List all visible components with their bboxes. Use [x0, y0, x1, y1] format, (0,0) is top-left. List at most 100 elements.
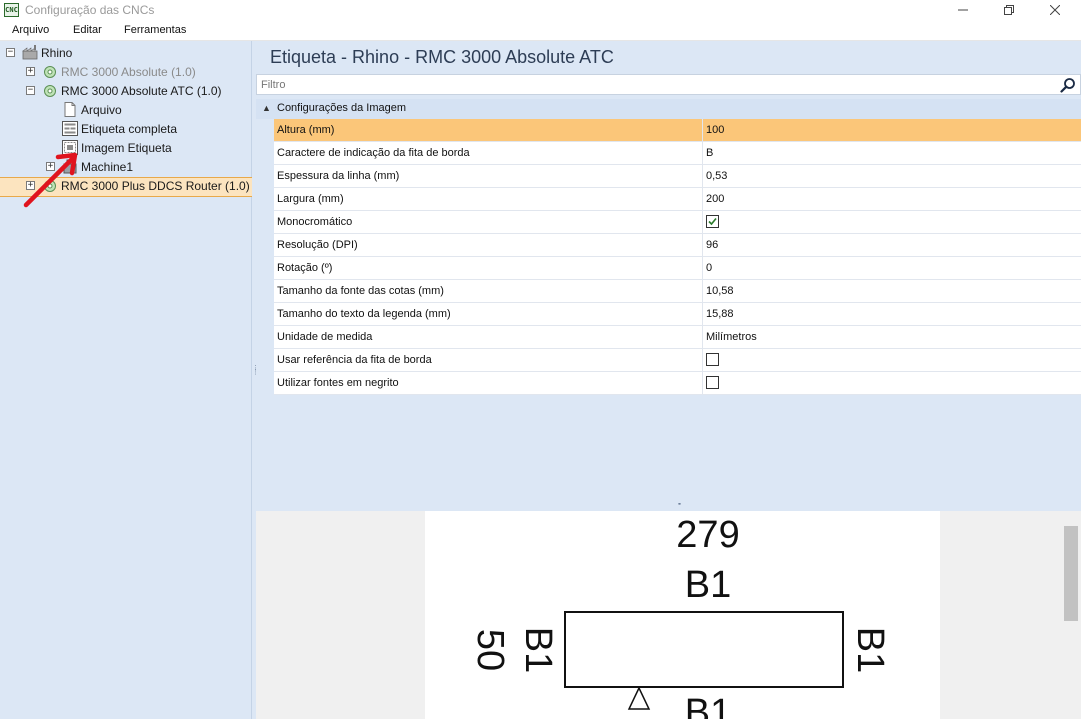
restore-icon: [1004, 5, 1014, 15]
label-sheet-icon: [62, 121, 78, 136]
column-separator: [702, 165, 703, 188]
property-value[interactable]: B: [706, 147, 713, 159]
properties-panel: Etiqueta - Rhino - RMC 3000 Absolute ATC…: [256, 41, 1081, 507]
column-separator: [702, 303, 703, 326]
factory-icon: [22, 45, 38, 60]
property-row[interactable]: Altura (mm) 100: [274, 119, 1081, 142]
property-name: Tamanho do texto da legenda (mm): [277, 308, 451, 320]
top-dimension-label: 279: [676, 514, 739, 556]
property-value[interactable]: 200: [706, 193, 724, 205]
orientation-marker-icon: [627, 686, 651, 710]
tree-label: RMC 3000 Absolute ATC (1.0): [61, 84, 222, 98]
section-title: Configurações da Imagem: [277, 102, 407, 114]
left-dimension-label: 50: [469, 629, 511, 671]
menu-editar[interactable]: Editar: [73, 24, 102, 36]
checkmark-icon: [708, 217, 717, 226]
tree-label-rhino: Rhino: [41, 46, 73, 60]
close-icon: [1050, 5, 1060, 15]
column-separator: [702, 257, 703, 280]
minimize-icon: [958, 9, 968, 11]
column-separator: [702, 326, 703, 349]
property-name: Espessura da linha (mm): [277, 170, 400, 182]
property-row[interactable]: Espessura da linha (mm) 0,53: [274, 165, 1081, 188]
app-icon: CNC: [4, 3, 19, 17]
property-name: Tamanho da fonte das cotas (mm): [277, 285, 444, 297]
property-name: Largura (mm): [277, 193, 344, 205]
tree-node-rmc3000-absolute-atc[interactable]: − RMC 3000 Absolute ATC (1.0): [0, 81, 252, 100]
tree-label: RMC 3000 Absolute (1.0): [61, 65, 196, 79]
tree-label: Arquivo: [81, 103, 122, 117]
property-row[interactable]: Caractere de indicação da fita de borda …: [274, 142, 1081, 165]
monocromatico-checkbox[interactable]: [706, 215, 719, 228]
cnc-machine-icon: [44, 66, 56, 78]
annotation-arrow-icon: [23, 152, 78, 208]
right-edge-label: B1: [849, 627, 891, 673]
property-row[interactable]: Unidade de medida Milímetros: [274, 326, 1081, 349]
search-icon[interactable]: [1060, 77, 1076, 93]
property-name: Altura (mm): [277, 124, 335, 136]
property-row[interactable]: Tamanho do texto da legenda (mm) 15,88: [274, 303, 1081, 326]
window-title: Configuração das CNCs: [25, 3, 155, 17]
property-value[interactable]: 10,58: [706, 285, 734, 297]
property-row[interactable]: Utilizar fontes em negrito: [274, 372, 1081, 395]
property-grid: Altura (mm) 100 Caractere de indicação d…: [274, 119, 1081, 395]
menu-bar: Arquivo Editar Ferramentas: [0, 20, 1081, 41]
property-value[interactable]: 100: [706, 124, 724, 136]
menu-arquivo[interactable]: Arquivo: [12, 24, 49, 36]
tree-label: Etiqueta completa: [81, 122, 178, 136]
close-button[interactable]: [1032, 0, 1078, 20]
label-preview-page: 279 B1 50 B1 B1 B1: [425, 511, 940, 719]
property-name: Caractere de indicação da fita de borda: [277, 147, 470, 159]
property-row[interactable]: Tamanho da fonte das cotas (mm) 10,58: [274, 280, 1081, 303]
property-value[interactable]: Milímetros: [706, 331, 757, 343]
property-value[interactable]: 96: [706, 239, 718, 251]
cnc-machine-icon: [44, 85, 56, 97]
property-row[interactable]: Usar referência da fita de borda: [274, 349, 1081, 372]
left-edge-label: B1: [517, 627, 559, 673]
property-row[interactable]: Largura (mm) 200: [274, 188, 1081, 211]
tree-node-rhino[interactable]: − Rhino: [0, 43, 252, 62]
property-value[interactable]: 15,88: [706, 308, 734, 320]
filter-box[interactable]: [256, 74, 1081, 95]
property-row[interactable]: Monocromático: [274, 211, 1081, 234]
property-row[interactable]: Rotação (º) 0: [274, 257, 1081, 280]
column-separator: [702, 280, 703, 303]
minimize-button[interactable]: [940, 0, 986, 20]
menu-ferramentas[interactable]: Ferramentas: [124, 24, 186, 36]
column-separator: [702, 188, 703, 211]
tree-node-arquivo[interactable]: Arquivo: [0, 100, 252, 119]
property-value[interactable]: 0,53: [706, 170, 727, 182]
property-name: Rotação (º): [277, 262, 333, 274]
tree-node-rmc3000-absolute[interactable]: + RMC 3000 Absolute (1.0): [0, 62, 252, 81]
label-preview-area: 279 B1 50 B1 B1 B1: [256, 511, 1081, 719]
collapse-icon[interactable]: −: [26, 86, 35, 95]
collapse-icon[interactable]: −: [6, 48, 15, 57]
property-name: Unidade de medida: [277, 331, 373, 343]
property-name: Usar referência da fita de borda: [277, 354, 432, 366]
top-edge-label: B1: [685, 564, 731, 606]
column-separator: [702, 372, 703, 395]
title-bar: CNC Configuração das CNCs: [0, 0, 1081, 20]
usar-referencia-checkbox[interactable]: [706, 353, 719, 366]
tree-node-etiqueta-completa[interactable]: Etiqueta completa: [0, 119, 252, 138]
property-name: Resolução (DPI): [277, 239, 358, 251]
column-separator: [702, 142, 703, 165]
page-title: Etiqueta - Rhino - RMC 3000 Absolute ATC: [270, 47, 614, 67]
filter-input[interactable]: [261, 77, 1051, 92]
column-separator: [702, 234, 703, 257]
label-drawing: 279 B1 50 B1 B1 B1: [469, 514, 891, 719]
bottom-edge-label: B1: [685, 692, 731, 719]
section-header[interactable]: ▲ Configurações da Imagem: [256, 99, 1081, 119]
property-value[interactable]: 0: [706, 262, 712, 274]
panel-rectangle: [564, 611, 844, 688]
chevron-up-icon[interactable]: ▲: [262, 103, 271, 113]
property-name: Monocromático: [277, 216, 353, 228]
preview-scroll-thumb[interactable]: [1064, 526, 1078, 621]
expand-icon[interactable]: +: [26, 67, 35, 76]
splitter-grip-icon[interactable]: '''''': [678, 503, 681, 510]
property-row[interactable]: Resolução (DPI) 96: [274, 234, 1081, 257]
splitter-grip-icon[interactable]: ⋮⋮: [252, 365, 259, 376]
fontes-negrito-checkbox[interactable]: [706, 376, 719, 389]
tree-label: Imagem Etiqueta: [81, 141, 172, 155]
restore-button[interactable]: [986, 0, 1032, 20]
